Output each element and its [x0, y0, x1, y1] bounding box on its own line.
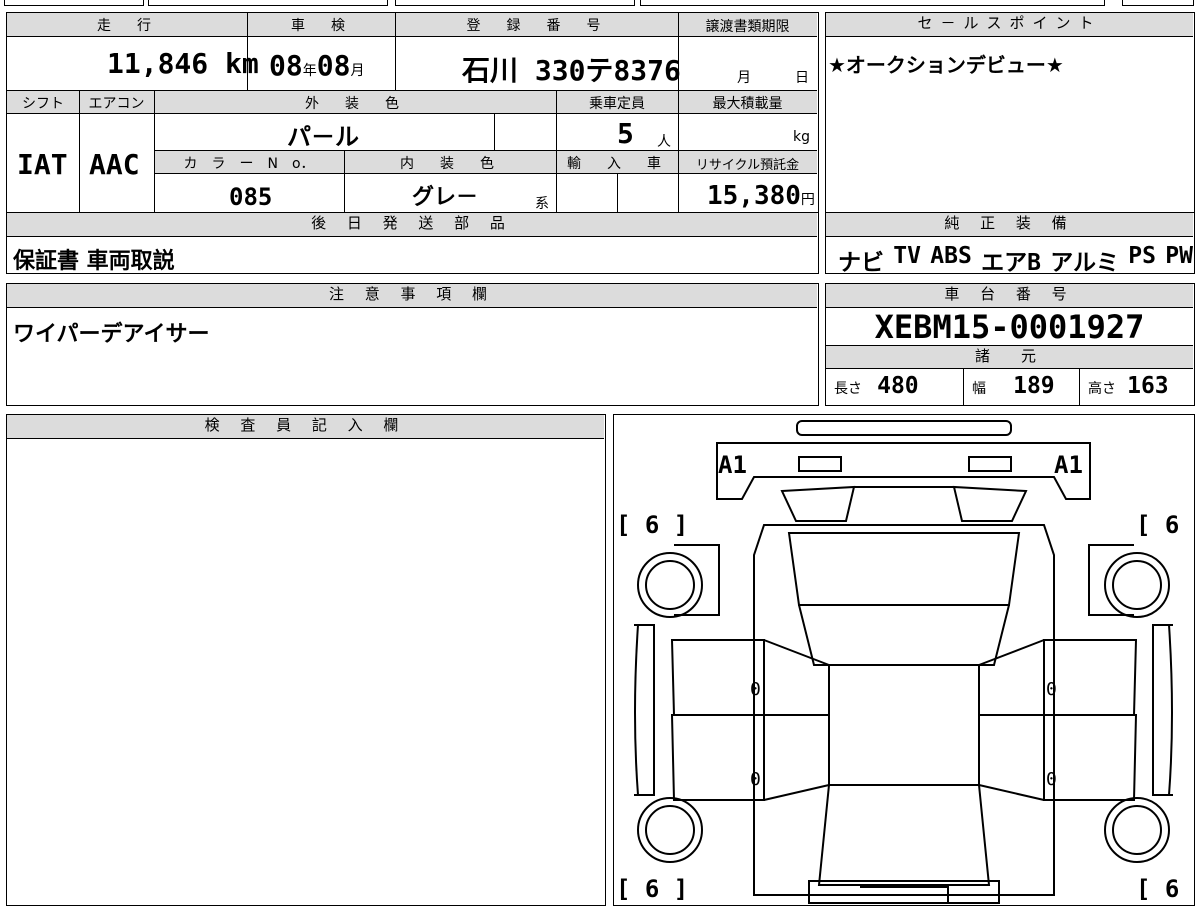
- top-clipped-strip: [0, 0, 1200, 8]
- max-load-unit: kg: [793, 129, 810, 145]
- capacity-unit: 人: [657, 134, 671, 150]
- import-header: 輸 入 車: [567, 156, 667, 172]
- notes-header: 注 意 事 項 欄: [7, 284, 817, 308]
- transfer-day-unit: 日: [795, 70, 809, 86]
- inspection-value: 08年08月: [269, 49, 365, 82]
- spec-length: 長さ 480: [834, 373, 919, 399]
- color-no-value: 085: [229, 183, 273, 211]
- sales-point-box: セ－ルスポイント ★オークションデビュー★: [825, 12, 1195, 214]
- tire-front-left: [ 6 ]: [616, 511, 688, 539]
- shift-header: シフト: [22, 96, 64, 112]
- tire-front-right: [ 6 ]: [1136, 511, 1193, 539]
- shift-value: IAT: [17, 148, 68, 181]
- capacity-header: 乗車定員: [589, 96, 645, 112]
- equip-ps: PS: [1128, 243, 1156, 269]
- door-rear-right-mark: 0: [1046, 769, 1057, 790]
- later-parts-text: 保証書 車両取説: [13, 249, 175, 274]
- equip-airbag: エアB: [981, 250, 1041, 276]
- aircon-header: エアコン: [88, 96, 145, 112]
- door-rear-left-mark: 0: [750, 769, 761, 790]
- notes-text: ワイパーデアイサー: [13, 322, 210, 347]
- front-right-mark: A1: [1054, 451, 1083, 479]
- door-front-right-mark: 0: [1046, 679, 1057, 700]
- recycle-fee-value: 15,380円: [707, 181, 815, 211]
- registration-header: 登 録 番 号: [466, 18, 607, 34]
- transfer-month-unit: 月: [737, 70, 751, 86]
- mileage-value: 11,846 km: [107, 47, 259, 80]
- spec-width: 幅 189: [972, 373, 1055, 399]
- exterior-color-header: 外 装 色: [305, 96, 405, 112]
- equip-abs: ABS: [930, 243, 972, 269]
- aircon-value: AAC: [89, 148, 140, 181]
- color-no-header: カ ラ ー N o．: [183, 156, 315, 172]
- sales-point-header: セ－ルスポイント: [826, 13, 1193, 37]
- equip-tv: TV: [893, 243, 921, 269]
- capacity-value: 5: [617, 117, 634, 150]
- tire-rear-right: [ 6 ]: [1136, 875, 1193, 903]
- recycle-fee-header: リサイクル預託金: [695, 158, 800, 173]
- door-front-left-mark: 0: [750, 679, 761, 700]
- inspection-header: 車 検: [291, 18, 351, 34]
- interior-color-value: グレ－: [412, 185, 479, 210]
- front-left-mark: A1: [718, 451, 747, 479]
- chassis-box: 車 台 番 号 XEBM15-0001927 諸 元 長さ 480 幅 189 …: [825, 283, 1195, 406]
- transfer-deadline-header: 譲渡書類期限: [705, 19, 790, 35]
- max-load-header: 最大積載量: [712, 96, 783, 112]
- sales-point-text: ★オークションデビュー★: [828, 53, 1064, 77]
- later-parts-box: 後 日 発 送 部 品 保証書 車両取説: [6, 212, 819, 274]
- equip-alloy: アルミ: [1050, 250, 1120, 276]
- exterior-color-value: パ－ル: [287, 123, 359, 151]
- genuine-equipment-header: 純 正 装 備: [826, 213, 1193, 237]
- genuine-equipment-list: ナビ TV ABS エアB アルミ PS PW: [838, 243, 1193, 277]
- equip-pw: PW: [1165, 243, 1193, 269]
- genuine-equipment-box: 純 正 装 備 ナビ TV ABS エアB アルミ PS PW: [825, 212, 1195, 277]
- notes-box: 注 意 事 項 欄 ワイパーデアイサー: [6, 283, 819, 406]
- specs-header: 諸 元: [826, 345, 1193, 369]
- car-diagram: A1 A1 [ 6 ] [ 6 ] [ 6 ] [ 6 ] 0 0 0 0: [616, 420, 1193, 904]
- registration-value: 石川 330テ8376: [462, 54, 681, 87]
- chassis-header: 車 台 番 号: [826, 284, 1193, 308]
- vehicle-info-table: 走 行 車 検 登 録 番 号 譲渡書類期限 11,846 km 08年08月 …: [6, 12, 819, 214]
- later-parts-header: 後 日 発 送 部 品: [7, 213, 817, 237]
- spec-height: 高さ 163: [1088, 373, 1169, 399]
- tire-rear-left: [ 6 ]: [616, 875, 688, 903]
- inspector-box: 検 査 員 記 入 欄: [6, 414, 606, 906]
- equip-navi: ナビ: [838, 250, 884, 276]
- interior-color-suffix: 系: [535, 196, 549, 212]
- chassis-number: XEBM15-0001927: [874, 308, 1145, 346]
- inspector-header: 検 査 員 記 入 欄: [7, 415, 604, 439]
- interior-color-header: 内 装 色: [400, 156, 500, 172]
- mileage-header: 走 行: [97, 18, 157, 34]
- car-diagram-box: A1 A1 [ 6 ] [ 6 ] [ 6 ] [ 6 ] 0 0 0 0: [613, 414, 1195, 906]
